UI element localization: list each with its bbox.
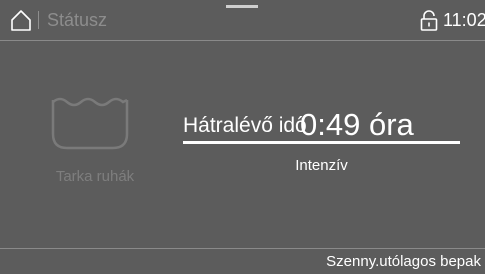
lock-open-icon[interactable]: [420, 10, 438, 31]
progress-bar: [183, 141, 460, 144]
page-title: Státusz: [47, 10, 108, 30]
home-icon[interactable]: [10, 9, 32, 31]
footer-bar: Szenny.utólagos bepak: [0, 248, 485, 274]
remaining-time-label: Hátralévő idő: [183, 114, 307, 137]
status-screen: Státusz 11:02 Tarka ruhák Hátralévő idő …: [0, 0, 485, 273]
clock: 11:02: [443, 10, 485, 30]
top-indicator: [226, 5, 258, 8]
progress-fill: [183, 141, 460, 144]
header-separator: [38, 11, 39, 29]
header-bar: Státusz 11:02: [0, 0, 485, 41]
program-option: Intenzív: [295, 157, 348, 174]
program-name: Tarka ruhák: [55, 168, 135, 185]
add-laundry-button[interactable]: Szenny.utólagos bepak: [326, 252, 481, 272]
remaining-time-value: 0:49 óra: [300, 107, 414, 142]
wash-tub-icon: [51, 97, 129, 150]
